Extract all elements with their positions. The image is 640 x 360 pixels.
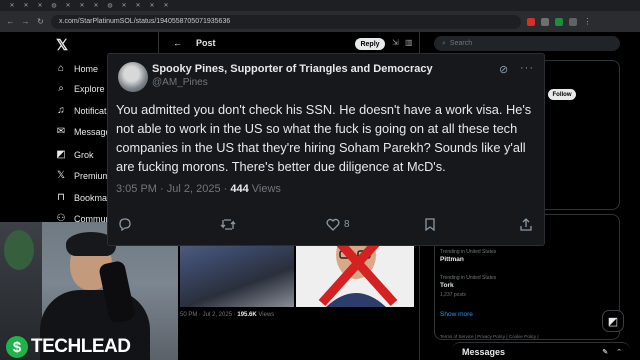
trend-post-count: 1,237 posts xyxy=(440,292,466,298)
tab-favicon-icon[interactable]: ✕ xyxy=(62,2,74,9)
search-input[interactable]: ⌕ Search xyxy=(434,36,620,51)
x-logo-icon[interactable]: 𝕏 xyxy=(56,36,68,54)
extension-icon[interactable] xyxy=(541,17,549,26)
extension-icon[interactable] xyxy=(569,17,577,26)
search-icon: ⌕ xyxy=(58,83,64,94)
url-text: x.com/StarPlatinumSOL/status/19405587050… xyxy=(59,18,231,25)
extension-icon[interactable] xyxy=(527,17,535,26)
back-arrow-icon[interactable]: ← xyxy=(6,17,15,26)
tab-favicon-icon[interactable]: ✕ xyxy=(146,2,158,9)
sidebar-item-label: Grok xyxy=(74,149,94,160)
mail-icon: ✉ xyxy=(56,126,66,137)
collapse-icon[interactable]: ⌃ xyxy=(616,348,622,356)
trend-context: Trending in United States xyxy=(440,249,497,255)
columns-icon[interactable]: ▥ xyxy=(405,38,413,47)
like-action[interactable]: 8 xyxy=(326,218,350,231)
follow-button[interactable]: Follow xyxy=(548,89,576,100)
share-action[interactable] xyxy=(520,218,532,231)
bookmark-icon xyxy=(425,218,435,231)
post-time: 50 PM · Jul 2, 2025 · xyxy=(180,312,238,318)
repost-action[interactable] xyxy=(220,218,236,231)
extension-icon[interactable] xyxy=(555,17,563,26)
trend-item-tork[interactable]: Tork xyxy=(440,282,454,289)
share-icon xyxy=(520,218,532,231)
post-meta-background: 50 PM · Jul 2, 2025 · 195.6K Views xyxy=(180,312,274,318)
sidebar-item-premium[interactable]: 𝕏 Premium xyxy=(54,170,110,181)
sidebar-item-messages[interactable]: ✉ Messages xyxy=(54,126,115,137)
browser-tab-strip: ✕ ✕ ✕ ◍ ✕ ✕ ✕ ◍ ✕ ✕ ✕ ✕ xyxy=(0,0,640,11)
reload-icon[interactable]: ↻ xyxy=(36,17,45,26)
sidebar-item-label: Explore xyxy=(74,83,105,94)
page-title: Post xyxy=(196,38,216,48)
home-icon: ⌂ xyxy=(57,63,65,74)
search-placeholder: Search xyxy=(449,40,473,47)
post-views-label: Views xyxy=(256,312,275,318)
sidebar-item-home[interactable]: ⌂ Home xyxy=(54,63,98,74)
browser-toolbar: ← → ↻ x.com/StarPlatinumSOL/status/19405… xyxy=(0,11,640,32)
tweet-time[interactable]: 3:05 PM · Jul 2, 2025 · xyxy=(116,183,230,195)
repost-icon xyxy=(220,219,236,230)
tab-favicon-icon[interactable]: ✕ xyxy=(20,2,32,9)
x-icon: 𝕏 xyxy=(56,170,66,181)
menu-kebab-icon[interactable]: ⋮ xyxy=(583,17,592,26)
background-plant xyxy=(4,230,34,270)
tweet-author-handle[interactable]: @AM_Pines xyxy=(152,77,208,88)
reply-icon xyxy=(119,218,131,231)
sidebar-item-grok[interactable]: ◩ Grok xyxy=(54,149,94,160)
more-options-icon[interactable]: ··· xyxy=(520,62,534,74)
tweet-views-count: 444 xyxy=(230,183,249,195)
tab-favicon-icon[interactable]: ✕ xyxy=(34,2,46,9)
trend-item-pittman[interactable]: Pittman xyxy=(440,256,464,263)
tweet-meta: 3:05 PM · Jul 2, 2025 · 444 Views xyxy=(116,183,281,195)
grok-icon[interactable]: ◩ xyxy=(602,310,624,332)
techlead-logo: $ TECHLEAD xyxy=(6,336,131,358)
avatar[interactable] xyxy=(118,62,148,92)
tab-favicon-icon[interactable]: ✕ xyxy=(132,2,144,9)
messages-title: Messages xyxy=(462,346,506,357)
brand-symbol: $ xyxy=(6,336,28,358)
post-header: ← Post xyxy=(173,38,216,48)
trend-context: Trending in United States xyxy=(440,275,497,281)
tweet-text: You admitted you don't check his SSN. He… xyxy=(116,102,532,174)
tab-favicon-icon[interactable]: ◍ xyxy=(48,2,60,9)
grok-explain-icon[interactable]: ⊘ xyxy=(499,63,508,76)
sidebar-item-explore[interactable]: ⌕ Explore xyxy=(54,83,105,94)
bell-icon: ♫ xyxy=(57,105,65,116)
tab-favicon-icon[interactable]: ◍ xyxy=(104,2,116,9)
bookmark-icon: ⊓ xyxy=(57,192,65,203)
sidebar-item-label: Premium xyxy=(74,170,111,181)
expand-icon[interactable]: ⇲ xyxy=(392,38,399,47)
tab-favicon-icon[interactable]: ✕ xyxy=(118,2,130,9)
brand-text: TECHLEAD xyxy=(31,336,131,357)
reply-action[interactable] xyxy=(118,218,132,231)
reply-button[interactable]: Reply xyxy=(355,38,385,50)
search-icon: ⌕ xyxy=(442,39,446,47)
quoted-tweet-card: Spooky Pines, Supporter of Triangles and… xyxy=(108,54,544,245)
tweet-views-label: Views xyxy=(248,183,281,195)
tab-favicon-icon[interactable]: ✕ xyxy=(76,2,88,9)
bookmark-action[interactable] xyxy=(424,218,436,231)
show-more-link[interactable]: Show more xyxy=(440,311,473,318)
post-views-count: 195.6K xyxy=(237,312,257,318)
compose-icon[interactable]: ✎ xyxy=(602,348,608,356)
tweet-author-name[interactable]: Spooky Pines, Supporter of Triangles and… xyxy=(152,63,433,75)
footer-links[interactable]: Terms of Service | Privacy Policy | Cook… xyxy=(440,334,539,339)
heart-icon xyxy=(326,218,340,231)
tab-favicon-icon[interactable]: ✕ xyxy=(160,2,172,9)
sidebar-item-label: Home xyxy=(74,63,99,74)
forward-arrow-icon[interactable]: → xyxy=(21,17,30,26)
like-count: 8 xyxy=(344,219,350,230)
tweet-actions: 8 xyxy=(118,218,534,234)
address-bar[interactable]: x.com/StarPlatinumSOL/status/19405587050… xyxy=(51,14,521,29)
messages-drawer[interactable]: Messages ✎ ⌃ xyxy=(452,342,630,360)
grok-icon: ◩ xyxy=(56,149,66,160)
tab-favicon-icon[interactable]: ✕ xyxy=(90,2,102,9)
back-arrow-icon[interactable]: ← xyxy=(173,38,182,48)
tab-favicon-icon[interactable]: ✕ xyxy=(6,2,18,9)
